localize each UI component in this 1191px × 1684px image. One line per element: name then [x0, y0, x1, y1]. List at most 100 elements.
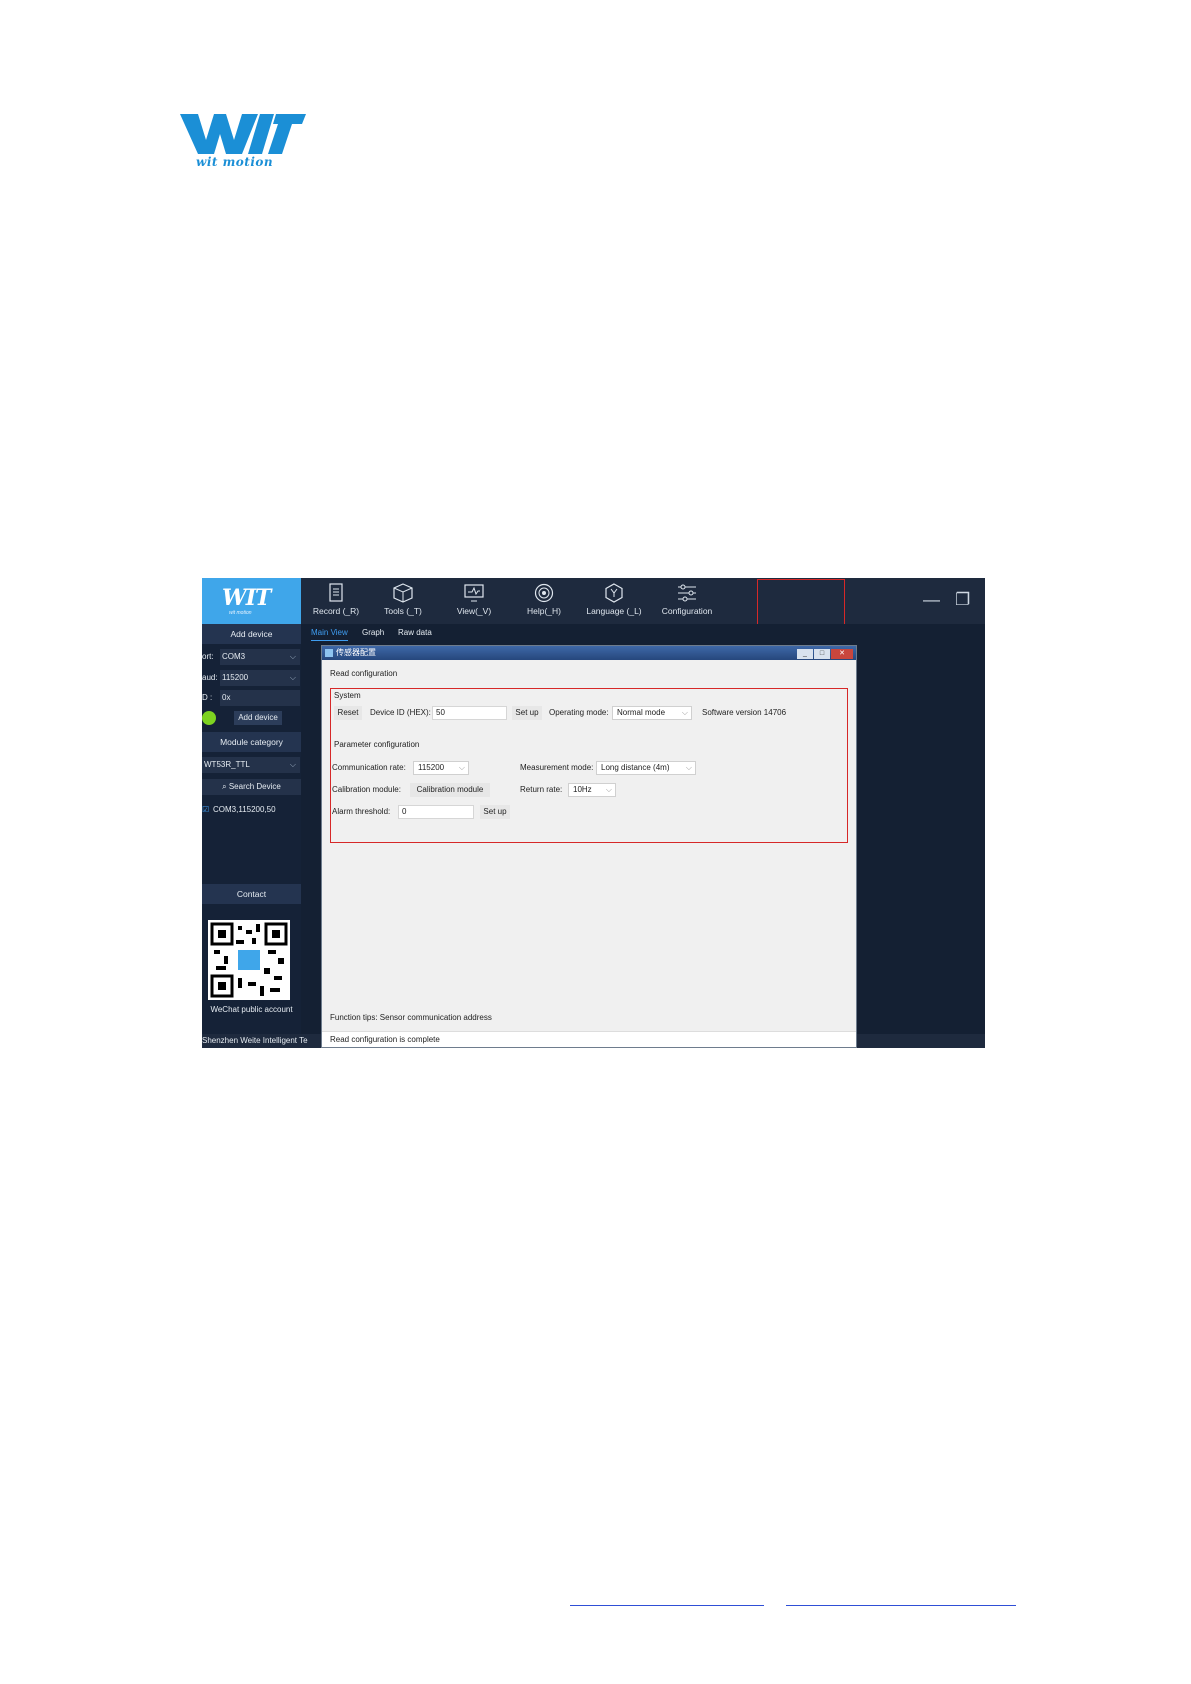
baud-value: 115200 [222, 673, 249, 682]
chevron-down-icon: ⌵ [289, 673, 296, 682]
status-indicator-icon [202, 711, 216, 725]
toolbar-configuration[interactable]: Configuration [653, 578, 721, 624]
return-rate-select[interactable]: 10Hz ⌵ [568, 783, 616, 797]
port-field: ort: COM3 ⌵ [202, 649, 301, 665]
sidebar: Add device ort: COM3 ⌵ aud: 115200 ⌵ D : 0… [202, 624, 301, 1048]
device-entry: COM3,115200,50 [213, 805, 276, 814]
measurement-mode-value: Long distance (4m) [601, 763, 670, 772]
minimize-icon[interactable]: — [923, 590, 940, 610]
baud-select[interactable]: 115200 ⌵ [220, 670, 300, 686]
wechat-label: WeChat public account [210, 1005, 293, 1014]
footer-link-underline[interactable] [570, 1605, 764, 1606]
toolbar-language[interactable]: Language (_L) [579, 578, 649, 624]
toolbar-tools[interactable]: Tools (_T) [373, 578, 433, 624]
wit-logo-mark-icon [180, 114, 306, 154]
target-icon [534, 583, 554, 603]
app-icon [325, 649, 333, 657]
status-message: Read configuration is complete [330, 1035, 440, 1044]
device-id-input[interactable]: 50 [432, 706, 507, 720]
measurement-mode-label: Measurement mode: [520, 763, 594, 772]
maximize-icon[interactable]: □ [814, 649, 830, 659]
baud-field: aud: 115200 ⌵ [202, 670, 301, 686]
return-rate-value: 10Hz [573, 785, 592, 794]
box-icon [393, 583, 413, 603]
document-icon [329, 583, 343, 602]
brand-subtitle: wit motion [229, 610, 252, 616]
top-toolbar: Record (_R) Tools (_T) View(_V) Help(_H)… [301, 578, 985, 641]
tab-main-view[interactable]: Main View [311, 628, 348, 641]
chevron-down-icon: ⌵ [685, 763, 692, 772]
alarm-setup-button[interactable]: Set up [480, 805, 510, 819]
sliders-icon [678, 584, 696, 602]
id-input[interactable]: 0x [220, 690, 300, 706]
return-rate-label: Return rate: [520, 785, 563, 794]
module-select[interactable]: WT53R_TTL ⌵ [202, 757, 300, 773]
communication-rate-select[interactable]: 115200 ⌵ [413, 761, 469, 775]
id-field: D : 0x [202, 690, 301, 706]
id-label: D : [202, 693, 213, 702]
toolbar-label: Language (_L) [586, 606, 642, 616]
toolbar-label: Help(_H) [526, 606, 561, 616]
add-device-button[interactable]: Add device [234, 711, 282, 725]
alarm-threshold-input[interactable]: 0 [398, 805, 474, 819]
baud-label: aud: [202, 673, 218, 682]
minimize-icon[interactable]: _ [797, 649, 813, 659]
operating-mode-label: Operating mode: [549, 708, 609, 717]
read-configuration-link[interactable]: Read configuration [330, 669, 397, 678]
contact-header: Contact [202, 884, 301, 904]
communication-rate-label: Communication rate: [332, 763, 406, 772]
tab-graph[interactable]: Graph [362, 628, 384, 637]
toolbar-label: View(_V) [456, 606, 492, 616]
brand-logo: WIT [222, 585, 271, 611]
alarm-threshold-label: Alarm threshold: [332, 807, 391, 816]
dialog-title: 传感器配置 [336, 648, 376, 657]
chevron-down-icon: ⌵ [289, 760, 296, 769]
port-select[interactable]: COM3 ⌵ [220, 649, 300, 665]
close-icon[interactable]: ✕ [831, 649, 853, 659]
hexagon-icon [605, 583, 623, 603]
witmotion-logo: wit motion [180, 110, 306, 172]
toolbar-help[interactable]: Help(_H) [513, 578, 575, 624]
communication-rate-value: 115200 [418, 763, 445, 772]
parameter-configuration-label: Parameter configuration [334, 740, 420, 749]
restore-icon[interactable]: ❐ [955, 590, 970, 610]
calibration-module-label: Calibration module: [332, 785, 401, 794]
app-brand: WIT wit motion [202, 578, 301, 624]
search-device-button[interactable]: ⌕ Search Device [202, 779, 301, 795]
search-icon: ⌕ [222, 782, 229, 791]
toolbar-view[interactable]: View(_V) [443, 578, 505, 624]
dialog-footer: Read configuration is complete [322, 1031, 856, 1047]
toolbar-label: Record (_R) [312, 606, 360, 616]
qr-code [208, 920, 290, 1000]
function-tips: Function tips: Sensor communication addr… [330, 1013, 492, 1022]
software-screenshot: WIT wit motion Record (_R) Tools (_T) Vi… [202, 578, 985, 1048]
chevron-down-icon: ⌵ [289, 652, 296, 661]
id-value: 0x [222, 693, 231, 702]
software-version: Software version 14706 [702, 708, 787, 717]
measurement-mode-select[interactable]: Long distance (4m) ⌵ [596, 761, 696, 775]
tab-raw-data[interactable]: Raw data [398, 628, 432, 637]
logo-subtitle: wit motion [196, 155, 274, 169]
calibration-module-button[interactable]: Calibration module [410, 783, 490, 797]
monitor-icon [464, 584, 484, 602]
chevron-down-icon: ⌵ [681, 708, 688, 717]
toolbar-record[interactable]: Record (_R) [305, 578, 367, 624]
module-field: WT53R_TTL ⌵ [202, 757, 301, 773]
operating-mode-select[interactable]: Normal mode ⌵ [612, 706, 692, 720]
operating-mode-value: Normal mode [617, 708, 666, 717]
footer-link-underline[interactable] [786, 1605, 1016, 1606]
checkbox-icon[interactable]: ☑ [202, 802, 209, 818]
dialog-titlebar: 传感器配置 _ □ ✕ [322, 646, 856, 660]
view-tabs: Main View Graph Raw data [301, 624, 985, 644]
reset-button[interactable]: Reset [334, 706, 362, 720]
device-id-setup-button[interactable]: Set up [512, 706, 542, 720]
chevron-down-icon: ⌵ [605, 785, 612, 794]
add-device-header: Add device [202, 624, 301, 644]
qr-code-icon [210, 922, 288, 998]
toolbar-label: Tools (_T) [384, 606, 422, 616]
port-label: ort: [202, 652, 214, 661]
dialog-window-controls: _ □ ✕ [796, 647, 853, 659]
device-list-item[interactable]: ☑ COM3,115200,50 [202, 802, 301, 818]
device-id-label: Device ID (HEX): [370, 708, 431, 717]
search-device-label: Search Device [228, 782, 281, 791]
